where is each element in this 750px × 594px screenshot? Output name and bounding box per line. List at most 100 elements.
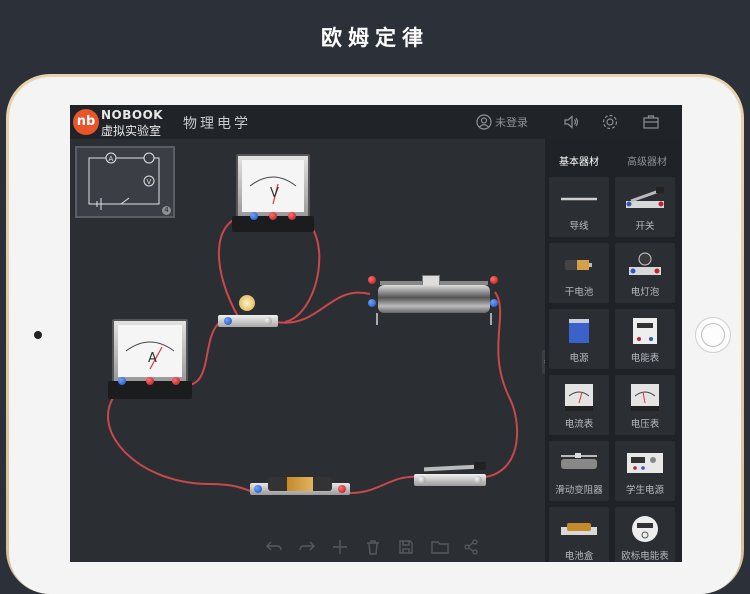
login-button[interactable]: 未登录 [476, 114, 528, 130]
battery-box[interactable] [250, 473, 350, 499]
panel-item-eu-energy-meter[interactable]: 欧标电能表 [615, 507, 675, 562]
user-circle-icon [476, 114, 492, 130]
sliding-rheostat[interactable] [368, 273, 498, 329]
ammeter-base [108, 377, 192, 399]
battery-cells [268, 477, 332, 491]
home-button[interactable] [695, 317, 731, 353]
voltmeter-base [232, 212, 314, 232]
panel-item-wire[interactable]: 导线 [549, 177, 609, 237]
circuit-diagram-thumbnail[interactable]: A V 4 [75, 146, 175, 218]
schematic-icon: A V [88, 152, 160, 210]
ammeter-body: A [112, 319, 188, 383]
svg-text:A: A [109, 155, 114, 163]
rheostat-coil [378, 285, 490, 313]
terminal[interactable] [490, 276, 498, 284]
terminal[interactable] [368, 299, 376, 307]
rheostat-icon [561, 453, 597, 469]
bulb-glass [239, 295, 255, 311]
ammeter[interactable]: A [108, 319, 192, 401]
workbench-canvas[interactable]: A V 4 V A [70, 139, 544, 562]
terminal-positive[interactable] [146, 377, 154, 385]
panel-item-ammeter[interactable]: 电流表 [549, 375, 609, 435]
voltmeter-body: V [236, 154, 310, 218]
voltmeter-unit: V [270, 186, 279, 201]
tab-basic[interactable]: 基本器材 [559, 153, 599, 168]
rheostat-leg [376, 313, 378, 325]
power-source-icon [569, 319, 589, 343]
panel-item-label: 电能表 [630, 353, 660, 364]
terminal[interactable] [338, 485, 346, 493]
terminal-positive[interactable] [172, 377, 180, 385]
panel-item-bulb[interactable]: 电灯泡 [615, 243, 675, 303]
panel-item-label: 电流表 [564, 419, 594, 430]
terminal[interactable] [368, 276, 376, 284]
share-icon[interactable] [463, 539, 479, 555]
battery-box-icon [561, 523, 597, 535]
undo-icon[interactable] [265, 539, 283, 555]
folder-icon[interactable] [431, 539, 449, 555]
panel-item-label: 导线 [569, 221, 589, 232]
terminal-negative[interactable] [250, 212, 258, 220]
terminal-positive[interactable] [288, 212, 296, 220]
panel-item-energy-meter[interactable]: 电能表 [615, 309, 675, 369]
wire [275, 291, 371, 324]
panel-item-label: 电灯泡 [630, 287, 660, 298]
save-icon[interactable] [398, 539, 414, 555]
knife-switch-icon [626, 187, 664, 208]
eu-energy-meter-icon [632, 516, 658, 542]
switch-blade[interactable] [423, 464, 479, 472]
ammeter-unit: A [148, 351, 157, 366]
knife-switch[interactable] [414, 462, 488, 490]
diagram-badge: 4 [162, 206, 171, 215]
ammeter-face: A [118, 325, 182, 377]
switch-handle[interactable] [474, 462, 486, 470]
bulb-base [218, 315, 278, 327]
page-caption: 欧姆定律 [321, 26, 429, 50]
voltmeter[interactable]: V [232, 154, 314, 234]
speaker-icon[interactable] [562, 113, 580, 131]
panel-item-label: 欧标电能表 [621, 551, 669, 562]
terminal[interactable] [254, 485, 262, 493]
terminal-positive[interactable] [269, 212, 277, 220]
trash-icon[interactable] [365, 539, 381, 555]
panel-item-label: 电池盒 [564, 551, 594, 562]
svg-text:V: V [147, 178, 152, 186]
wire-icon [561, 197, 597, 201]
briefcase-icon[interactable] [642, 113, 660, 131]
gear-icon[interactable] [601, 113, 619, 131]
terminal[interactable] [490, 299, 498, 307]
student-power-supply-icon [627, 453, 663, 473]
panel-item-battery[interactable]: 干电池 [549, 243, 609, 303]
panel-item-rheostat[interactable]: 滑动变阻器 [549, 441, 609, 501]
panel-item-voltmeter[interactable]: 电压表 [615, 375, 675, 435]
panel-item-label: 电源 [569, 353, 589, 364]
login-label: 未登录 [495, 116, 528, 129]
energy-meter-icon [633, 318, 657, 344]
ammeter-icon [565, 384, 593, 411]
tab-advanced[interactable]: 高级器材 [627, 153, 667, 168]
terminal[interactable] [418, 476, 426, 484]
terminal[interactable] [264, 317, 272, 325]
light-bulb[interactable] [218, 295, 278, 331]
voltmeter-face: V [242, 160, 304, 212]
rheostat-leg [490, 313, 492, 325]
app-screen: nb NOBOOK 虚拟实验室 物理电学 未登录 A V 4 V A 基本器材 … [70, 105, 682, 562]
terminal-negative[interactable] [118, 377, 126, 385]
redo-icon[interactable] [298, 539, 316, 555]
wire [347, 475, 421, 495]
panel-item-label: 电压表 [630, 419, 660, 430]
top-bar: nb NOBOOK 虚拟实验室 物理电学 未登录 [70, 105, 682, 139]
panel-item-label: 滑动变阻器 [555, 485, 603, 496]
logo-subtitle: 虚拟实验室 [101, 124, 162, 138]
section-title: 物理电学 [183, 116, 251, 132]
panel-item-battery-box[interactable]: 电池盒 [549, 507, 609, 562]
light-bulb-icon [629, 252, 661, 275]
wire [107, 384, 261, 495]
panel-item-student-power[interactable]: 学生电源 [615, 441, 675, 501]
panel-item-switch[interactable]: 开关 [615, 177, 675, 237]
plus-icon[interactable] [332, 539, 348, 555]
terminal[interactable] [224, 317, 232, 325]
terminal[interactable] [474, 476, 482, 484]
panel-item-power-source[interactable]: 电源 [549, 309, 609, 369]
panel-item-label: 学生电源 [625, 485, 664, 496]
